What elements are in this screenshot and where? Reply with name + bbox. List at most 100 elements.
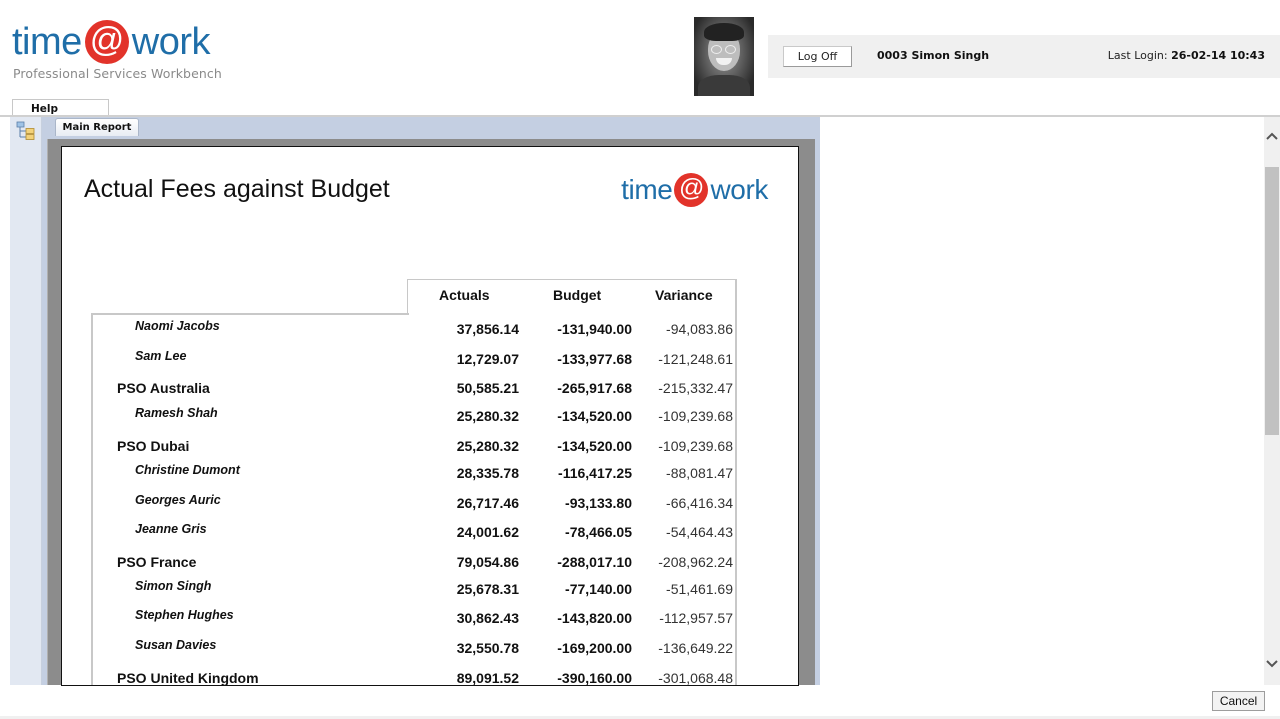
row-variance: -301,068.48	[658, 670, 733, 686]
logo-work: work	[131, 21, 211, 63]
row-name: Jeanne Gris	[135, 522, 207, 536]
row-variance: -54,464.43	[666, 524, 733, 540]
table-row: Susan Davies 32,550.78 -169,200.00 -136,649…	[62, 638, 798, 660]
scroll-thumb[interactable]	[1265, 167, 1279, 435]
report-logo: time @ work	[621, 173, 768, 207]
report-logo-at-icon: @	[674, 173, 709, 207]
row-budget: -143,820.00	[557, 610, 632, 626]
user-name: 0003 Simon Singh	[877, 49, 990, 62]
last-login: Last Login: 26-02-14 10:43	[1108, 49, 1265, 62]
row-name: Sam Lee	[135, 349, 187, 363]
row-name: PSO France	[117, 554, 197, 570]
tab-main-report[interactable]: Main Report	[55, 118, 139, 136]
logo-time: time	[12, 21, 82, 63]
report-viewer: Main Report Actual Fees against Budget t…	[42, 117, 820, 686]
row-budget: -78,466.05	[565, 524, 632, 540]
avatar-hair	[704, 23, 744, 41]
scroll-down-icon[interactable]	[1264, 657, 1280, 673]
row-name: Susan Davies	[135, 638, 217, 652]
row-budget: -134,520.00	[557, 408, 632, 424]
row-actuals: 50,585.21	[456, 380, 519, 396]
table-row-office-total: PSO France 79,054.86 -288,017.10 -208,962.2…	[62, 554, 798, 574]
row-actuals: 25,678.31	[456, 581, 519, 597]
table-row: Jeanne Gris 24,001.62 -78,466.05 -54,464.43	[62, 522, 798, 544]
column-header-variance: Variance	[655, 287, 713, 303]
row-variance: -121,248.61	[658, 351, 733, 367]
table-row-office-total: PSO United Kingdom 89,091.52 -390,160.00 -3…	[62, 670, 798, 686]
tab-help[interactable]: Help	[12, 99, 109, 116]
row-actuals: 28,335.78	[456, 465, 519, 481]
row-variance: -112,957.57	[659, 610, 733, 626]
row-name: PSO Dubai	[117, 438, 190, 454]
table-row: Simon Singh 25,678.31 -77,140.00 -51,461.69	[62, 579, 798, 601]
row-actuals: 32,550.78	[456, 640, 519, 656]
row-budget: -390,160.00	[557, 670, 632, 686]
row-actuals: 25,280.32	[456, 408, 519, 424]
row-name: Simon Singh	[135, 579, 212, 593]
table-row-office-total: PSO Australia 50,585.21 -265,917.68 -215,33…	[62, 380, 798, 400]
cancel-button[interactable]: Cancel	[1212, 691, 1265, 711]
row-actuals: 24,001.62	[456, 524, 519, 540]
scroll-up-icon[interactable]	[1264, 129, 1280, 145]
report-logo-time: time	[621, 174, 673, 205]
row-actuals: 37,856.14	[456, 321, 519, 337]
logo-at-icon: @	[84, 20, 129, 64]
log-off-button[interactable]: Log Off	[783, 46, 852, 67]
tree-panel	[10, 117, 42, 685]
row-variance: -66,416.34	[666, 495, 733, 511]
table-row: Naomi Jacobs 37,856.14 -131,940.00 -94,083.…	[62, 319, 798, 341]
last-login-label: Last Login:	[1107, 49, 1168, 62]
user-bar: Log Off 0003 Simon Singh Last Login: 26-…	[768, 35, 1280, 78]
row-actuals: 30,862.43	[456, 610, 519, 626]
row-variance: -94,083.86	[666, 321, 733, 337]
table-row-office-total: PSO Dubai 25,280.32 -134,520.00 -109,239.68	[62, 438, 798, 458]
row-variance: -215,332.47	[658, 380, 733, 396]
table-divider	[91, 313, 409, 315]
avatar-body	[698, 75, 750, 96]
row-variance: -136,649.22	[658, 640, 733, 656]
row-name: PSO United Kingdom	[117, 670, 259, 686]
row-budget: -77,140.00	[565, 581, 632, 597]
logo-wordmark: time @ work	[12, 20, 222, 64]
row-name: Ramesh Shah	[135, 406, 218, 420]
row-budget: -93,133.80	[565, 495, 632, 511]
row-actuals: 79,054.86	[456, 554, 519, 570]
row-name: Georges Auric	[135, 493, 221, 507]
table-row: Christine Dumont 28,335.78 -116,417.25 -88,…	[62, 463, 798, 485]
vertical-scrollbar[interactable]	[1264, 117, 1280, 685]
row-name: Stephen Hughes	[135, 608, 234, 622]
report-logo-work: work	[710, 174, 768, 205]
user-avatar	[694, 17, 754, 96]
table-row: Sam Lee 12,729.07 -133,977.68 -121,248.61	[62, 349, 798, 371]
row-variance: -51,461.69	[666, 581, 733, 597]
row-name: PSO Australia	[117, 380, 210, 396]
table-row: Georges Auric 26,717.46 -93,133.80 -66,416.…	[62, 493, 798, 515]
last-login-value: 26-02-14 10:43	[1171, 49, 1265, 62]
table-row: Ramesh Shah 25,280.32 -134,520.00 -109,239.…	[62, 406, 798, 428]
row-actuals: 89,091.52	[456, 670, 519, 686]
row-actuals: 26,717.46	[456, 495, 519, 511]
tree-view-icon[interactable]	[16, 121, 36, 141]
row-budget: -134,520.00	[557, 438, 632, 454]
avatar-glasses-left	[711, 45, 722, 54]
table-row: Stephen Hughes 30,862.43 -143,820.00 -112,9…	[62, 608, 798, 630]
row-variance: -88,081.47	[666, 465, 733, 481]
row-variance: -109,239.68	[658, 408, 733, 424]
report-page: Actual Fees against Budget time @ work A…	[61, 146, 799, 686]
column-header-actuals: Actuals	[439, 287, 490, 303]
report-canvas: Actual Fees against Budget time @ work A…	[47, 139, 815, 686]
row-actuals: 25,280.32	[456, 438, 519, 454]
row-budget: -131,940.00	[557, 321, 632, 337]
row-name: Naomi Jacobs	[135, 319, 220, 333]
row-variance: -208,962.24	[658, 554, 733, 570]
column-header-budget: Budget	[553, 287, 602, 303]
row-variance: -109,239.68	[658, 438, 733, 454]
row-budget: -133,977.68	[557, 351, 632, 367]
app-logo: time @ work Professional Services Workbe…	[12, 20, 222, 81]
row-budget: -265,917.68	[557, 380, 632, 396]
row-budget: -288,017.10	[557, 554, 632, 570]
row-budget: -169,200.00	[557, 640, 632, 656]
avatar-glasses-right	[725, 45, 736, 54]
report-title: Actual Fees against Budget	[84, 175, 390, 203]
row-name: Christine Dumont	[135, 463, 240, 477]
